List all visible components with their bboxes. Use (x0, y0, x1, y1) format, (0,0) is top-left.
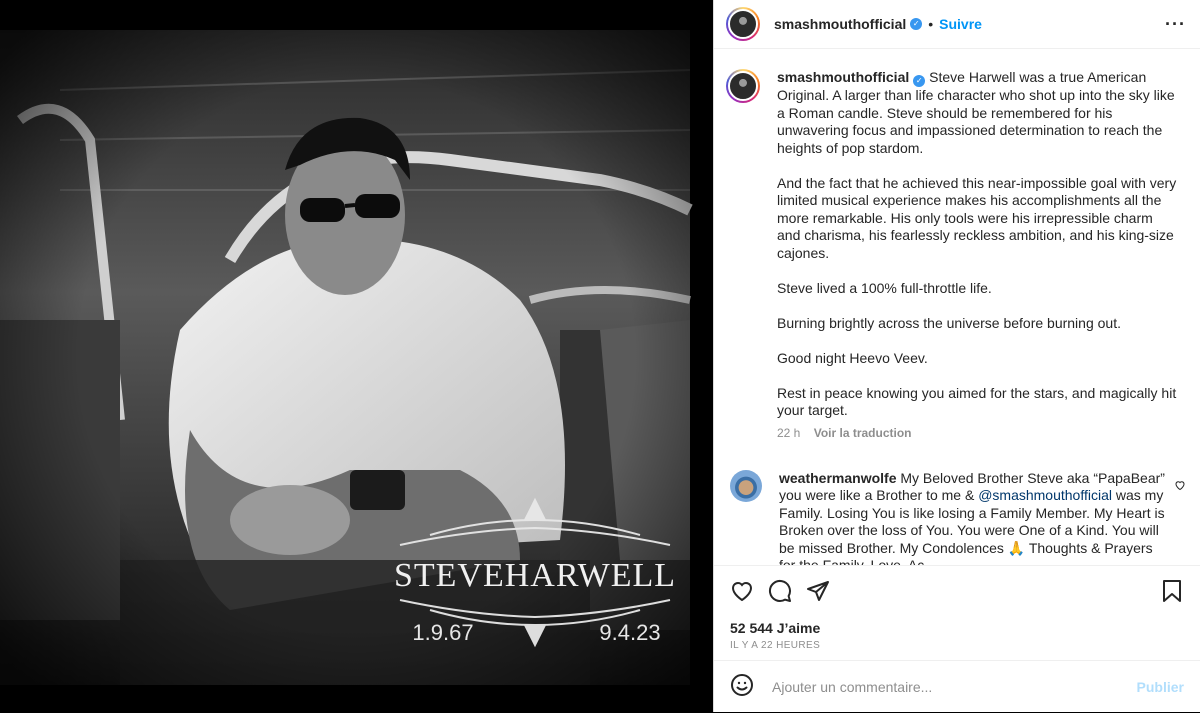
caption-username[interactable]: smashmouthofficial (777, 69, 909, 85)
comment-avatar[interactable] (730, 469, 762, 502)
caption-paragraph: Rest in peace knowing you aimed for the … (777, 384, 1177, 419)
likes-count[interactable]: 52 544 J’aime (714, 616, 1200, 636)
caption: smashmouthofficial ✓ Steve Harwell was a … (714, 49, 1200, 443)
post-photo: STEVEHARWELL 1.9.67 9.4.23 (0, 0, 713, 712)
share-paperplane-icon[interactable] (804, 577, 832, 605)
avatar[interactable] (726, 7, 760, 41)
caption-paragraph: Good night Heevo Veev. (777, 349, 928, 366)
comment-item: weathermanwolfe My Beloved Brother Steve… (714, 443, 1200, 565)
verified-badge-icon: ✓ (910, 18, 923, 30)
comment-bubble-icon[interactable] (766, 577, 794, 605)
comment-like-icon[interactable] (1174, 479, 1186, 494)
post-actions: 52 544 J’aime IL Y A 22 HEURES Publier (714, 565, 1200, 713)
post-image[interactable]: STEVEHARWELL 1.9.67 9.4.23 (0, 0, 713, 712)
comments-scroll-area[interactable]: smashmouthofficial ✓ Steve Harwell was a … (714, 49, 1200, 565)
like-heart-icon[interactable] (728, 577, 756, 605)
caption-paragraph: smashmouthofficial ✓ Steve Harwell was a … (777, 69, 1175, 156)
post-time[interactable]: IL Y A 22 HEURES (714, 636, 1200, 651)
post-header: smashmouthofficial ✓ • Suivre ··· (714, 0, 1200, 49)
memorial-title: STEVEHARWELL (394, 557, 676, 594)
caption-paragraph: Burning brightly across the universe bef… (777, 314, 1121, 331)
follow-button[interactable]: Suivre (939, 16, 982, 32)
comment-input[interactable] (770, 678, 1137, 696)
post-side-panel: smashmouthofficial ✓ • Suivre ··· smashm… (713, 0, 1200, 712)
header-username[interactable]: smashmouthofficial (774, 16, 906, 32)
caption-paragraph: Steve lived a 100% full-throttle life. (777, 279, 992, 296)
comment-username[interactable]: weathermanwolfe (779, 470, 896, 486)
publish-button[interactable]: Publier (1137, 679, 1184, 695)
emoji-icon[interactable] (730, 673, 754, 702)
birth-date: 1.9.67 (412, 620, 473, 645)
comment-mention[interactable]: @smashmouthofficial (978, 487, 1112, 503)
translate-button[interactable]: Voir la traduction (814, 426, 912, 440)
add-comment-bar: Publier (714, 660, 1200, 713)
verified-badge-icon: ✓ (913, 75, 926, 87)
death-date: 9.4.23 (599, 620, 660, 645)
caption-avatar[interactable] (726, 69, 760, 103)
bookmark-icon[interactable] (1158, 577, 1186, 605)
caption-time[interactable]: 22 h (777, 426, 800, 440)
caption-paragraph: And the fact that he achieved this near-… (777, 174, 1177, 261)
more-options-icon[interactable]: ··· (1165, 14, 1186, 35)
separator-dot: • (928, 16, 934, 32)
